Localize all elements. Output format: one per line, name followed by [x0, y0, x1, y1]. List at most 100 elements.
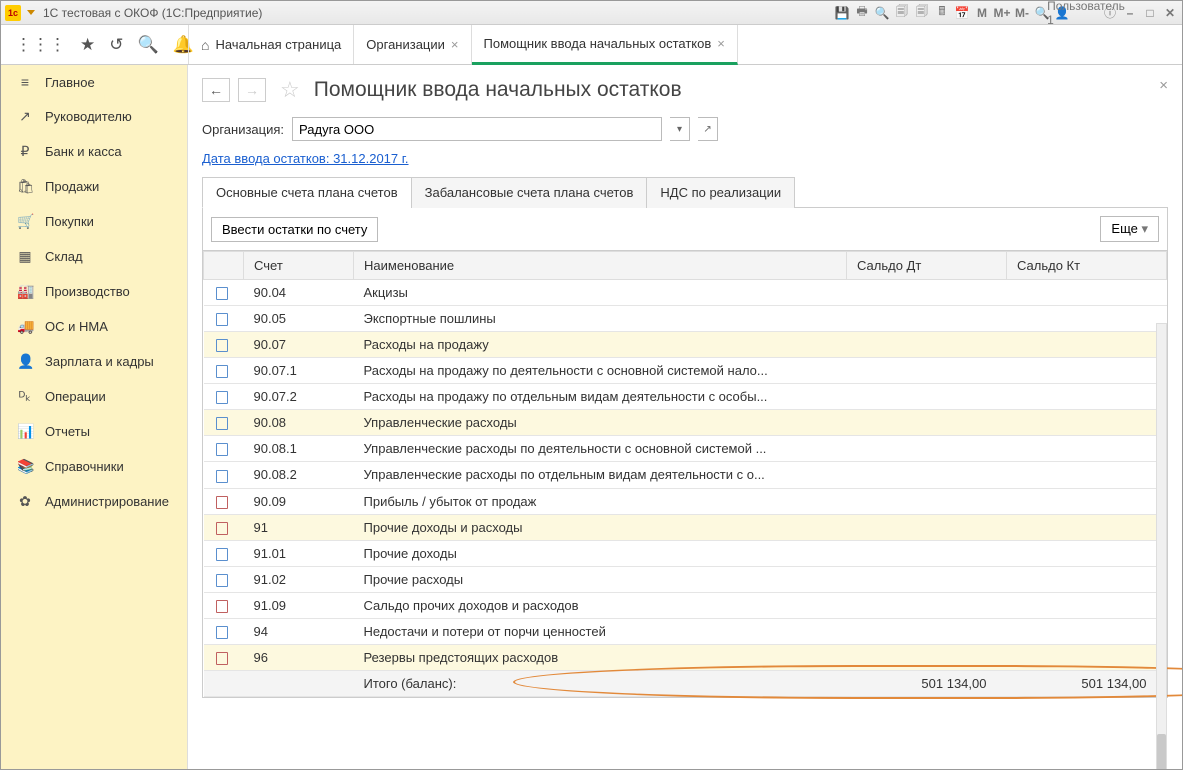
org-input[interactable] — [292, 117, 662, 141]
sidebar-item-label: Склад — [45, 249, 83, 264]
tab-helper-label: Помощник ввода начальных остатков — [484, 36, 712, 51]
nav-fwd-button[interactable]: → — [238, 78, 266, 102]
search-icon[interactable]: 🔍 — [138, 35, 159, 55]
sidebar-icon: 👤 — [17, 353, 33, 370]
close-icon[interactable]: × — [451, 37, 459, 52]
star-icon[interactable]: ★ — [80, 35, 95, 55]
cell-debit — [847, 566, 1007, 592]
sidebar-item-label: Производство — [45, 284, 130, 299]
org-open-icon[interactable]: ↗ — [698, 117, 718, 141]
sidebar-item-label: Главное — [45, 75, 95, 90]
col-name[interactable]: Наименование — [354, 252, 847, 280]
table-row[interactable]: 94Недостачи и потери от порчи ценностей — [204, 618, 1167, 644]
table-row[interactable]: 90.08Управленческие расходы — [204, 410, 1167, 436]
sidebar-item-4[interactable]: 🛒Покупки — [1, 204, 187, 239]
cell-name: Расходы на продажу по деятельности с осн… — [354, 358, 847, 384]
cell-debit — [847, 540, 1007, 566]
sidebar-item-3[interactable]: 🛍Продажи — [1, 169, 187, 204]
m-icon[interactable]: M — [974, 5, 990, 21]
enter-balance-button[interactable]: Ввести остатки по счету — [211, 217, 378, 242]
table-row[interactable]: 91.01Прочие доходы — [204, 540, 1167, 566]
close-icon[interactable]: × — [717, 36, 725, 51]
table-row[interactable]: 90.07.2Расходы на продажу по отдельным в… — [204, 384, 1167, 410]
cell-debit — [847, 488, 1007, 514]
subtab-main-accounts[interactable]: Основные счета плана счетов — [202, 177, 412, 208]
apps-icon[interactable]: ⋮⋮⋮ — [15, 35, 66, 55]
nav-back-button[interactable]: ← — [202, 78, 230, 102]
sidebar-item-10[interactable]: 📊Отчеты — [1, 414, 187, 449]
table-row[interactable]: 90.07.1Расходы на продажу по деятельност… — [204, 358, 1167, 384]
account-icon — [216, 443, 228, 456]
table-row[interactable]: 90.04Акцизы — [204, 280, 1167, 306]
sidebar-item-7[interactable]: 🚚 ОС и НМА — [1, 309, 187, 344]
sidebar-item-9[interactable]: ᴰₖОперации — [1, 379, 187, 414]
table-row[interactable]: 90.08.1Управленческие расходы по деятель… — [204, 436, 1167, 462]
col-debit[interactable]: Сальдо Дт — [847, 252, 1007, 280]
table-row[interactable]: 91.09Сальдо прочих доходов и расходов — [204, 592, 1167, 618]
account-icon — [216, 391, 228, 404]
sidebar-icon: ₽ — [17, 143, 33, 160]
table-row[interactable]: 90.09Прибыль / убыток от продаж — [204, 488, 1167, 514]
cell-name: Прибыль / убыток от продаж — [354, 488, 847, 514]
cell-debit — [847, 384, 1007, 410]
page-close-icon[interactable]: × — [1159, 77, 1168, 94]
sidebar: ≡Главное↗Руководителю₽Банк и касса🛍Прода… — [1, 65, 188, 769]
date-link[interactable]: Дата ввода остатков: 31.12.2017 г. — [202, 151, 409, 166]
sidebar-item-2[interactable]: ₽Банк и касса — [1, 134, 187, 169]
sidebar-item-label: ОС и НМА — [45, 319, 108, 334]
maximize-icon[interactable]: □ — [1142, 5, 1158, 21]
minimize-icon[interactable]: – — [1122, 5, 1138, 21]
table-row[interactable]: 90.08.2Управленческие расходы по отдельн… — [204, 462, 1167, 488]
table-row[interactable]: 91.02Прочие расходы — [204, 566, 1167, 592]
dropdown-icon[interactable] — [27, 10, 35, 15]
cell-credit — [1007, 488, 1167, 514]
sidebar-item-1[interactable]: ↗Руководителю — [1, 99, 187, 134]
sidebar-item-5[interactable]: ▦Склад — [1, 239, 187, 274]
cell-account: 90.05 — [244, 306, 354, 332]
sidebar-icon: 🚚 — [17, 318, 33, 335]
subtab-offbalance[interactable]: Забалансовые счета плана счетов — [411, 177, 648, 208]
info-icon[interactable]: ⓘ — [1102, 5, 1118, 21]
scrollbar-thumb[interactable] — [1157, 734, 1166, 769]
table-row[interactable]: 96Резервы предстоящих расходов — [204, 644, 1167, 670]
table-row[interactable]: 90.05Экспортные пошлины — [204, 306, 1167, 332]
account-icon — [216, 548, 228, 561]
total-label: Итого (баланс): — [354, 670, 847, 696]
copy-icon[interactable]: 🗐 — [914, 5, 930, 21]
preview-icon[interactable]: 🔍 — [874, 5, 890, 21]
m-plus-icon[interactable]: M+ — [994, 5, 1010, 21]
account-icon — [216, 313, 228, 326]
m-minus-icon[interactable]: M- — [1014, 5, 1030, 21]
cell-name: Расходы на продажу — [354, 332, 847, 358]
subtab-vat[interactable]: НДС по реализации — [646, 177, 795, 208]
account-icon — [216, 470, 228, 483]
col-credit[interactable]: Сальдо Кт — [1007, 252, 1167, 280]
org-label: Организация: — [202, 122, 284, 137]
org-dropdown-icon[interactable]: ▾ — [670, 117, 690, 141]
sidebar-item-0[interactable]: ≡Главное — [1, 65, 187, 99]
calendar-icon[interactable]: 📅 — [954, 5, 970, 21]
print-icon[interactable]: 🖶 — [854, 5, 870, 21]
sidebar-item-8[interactable]: 👤Зарплата и кадры — [1, 344, 187, 379]
cell-account: 90.07.1 — [244, 358, 354, 384]
save-icon[interactable]: 💾 — [834, 5, 850, 21]
col-account[interactable]: Счет — [244, 252, 354, 280]
compare-icon[interactable]: 🗐 — [894, 5, 910, 21]
tab-home[interactable]: ⌂Начальная страница — [188, 25, 354, 64]
sidebar-item-6[interactable]: 🏭Производство — [1, 274, 187, 309]
calc-icon[interactable]: 🖩 — [934, 5, 950, 21]
more-button[interactable]: Еще — [1100, 216, 1159, 242]
tab-organizations[interactable]: Организации× — [354, 25, 471, 64]
table-row[interactable]: 91Прочие доходы и расходы — [204, 514, 1167, 540]
favorite-icon[interactable]: ☆ — [280, 77, 300, 103]
user-label[interactable]: Пользователь 1 — [1078, 5, 1094, 21]
close-window-icon[interactable]: ✕ — [1162, 5, 1178, 21]
scrollbar[interactable] — [1156, 323, 1167, 769]
tab-helper[interactable]: Помощник ввода начальных остатков × — [472, 25, 738, 65]
sidebar-item-11[interactable]: 📚Справочники — [1, 449, 187, 484]
history-icon[interactable]: ↺ — [109, 35, 123, 55]
cell-name: Управленческие расходы — [354, 410, 847, 436]
table-row[interactable]: 90.07Расходы на продажу — [204, 332, 1167, 358]
cell-credit — [1007, 436, 1167, 462]
sidebar-item-12[interactable]: ✿Администрирование — [1, 484, 187, 519]
